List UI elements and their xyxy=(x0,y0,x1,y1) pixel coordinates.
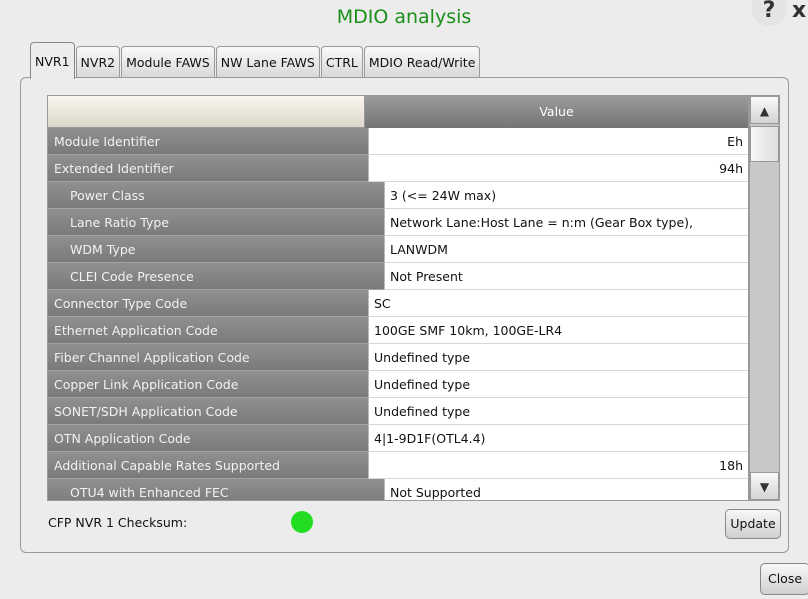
table-scrollbar[interactable]: ▲ ▼ xyxy=(749,95,780,501)
field-value: 4|1-9D1F(OTL4.4) xyxy=(368,425,748,452)
checksum-label: CFP NVR 1 Checksum: xyxy=(48,515,188,530)
scroll-down-button[interactable]: ▼ xyxy=(750,472,779,500)
checksum-status-led xyxy=(291,511,313,533)
nvr-table: Value Module Identifier Eh Extended Identi… xyxy=(47,95,749,501)
field-value: Undefined type xyxy=(368,398,748,425)
value-column-header: Value xyxy=(365,96,748,128)
field-value: 18h xyxy=(368,452,748,479)
field-value: 94h xyxy=(368,155,748,182)
table-row[interactable]: SONET/SDH Application Code Undefined type xyxy=(48,398,748,425)
field-name: Module Identifier xyxy=(48,128,368,155)
field-name: Fiber Channel Application Code xyxy=(48,344,368,371)
tab-mdio-read-write[interactable]: MDIO Read/Write xyxy=(363,46,481,79)
triangle-down-icon: ▼ xyxy=(759,480,770,494)
update-button[interactable]: Update xyxy=(725,509,781,539)
table-row[interactable]: Copper Link Application Code Undefined ty… xyxy=(48,371,748,398)
close-button[interactable]: Close xyxy=(760,563,808,595)
field-name: OTN Application Code xyxy=(48,425,368,452)
field-value: Not Supported xyxy=(384,479,748,500)
field-name: Copper Link Application Code xyxy=(48,371,368,398)
field-value: Undefined type xyxy=(368,344,748,371)
table-row[interactable]: Extended Identifier 94h xyxy=(48,155,748,182)
table-row[interactable]: CLEI Code Presence Not Present xyxy=(48,263,748,290)
field-name: SONET/SDH Application Code xyxy=(48,398,368,425)
field-value: 3 (<= 24W max) xyxy=(384,182,748,209)
table-row[interactable]: Connector Type Code SC xyxy=(48,290,748,317)
field-value: Not Present xyxy=(384,263,748,290)
scroll-up-button[interactable]: ▲ xyxy=(750,96,779,124)
table-row[interactable]: Ethernet Application Code 100GE SMF 10km,… xyxy=(48,317,748,344)
field-value: Eh xyxy=(368,128,748,155)
tab-nvr2[interactable]: NVR2 xyxy=(75,46,121,79)
tab-ctrl[interactable]: CTRL xyxy=(320,46,363,79)
table-row[interactable]: WDM Type LANWDM xyxy=(48,236,748,263)
table-row[interactable]: OTU4 with Enhanced FEC Not Supported xyxy=(48,479,748,500)
tab-bar: NVR1 NVR2 Module FAWS NW Lane FAWS CTRL … xyxy=(30,42,481,79)
field-name: Extended Identifier xyxy=(48,155,368,182)
table-header: Value xyxy=(48,96,748,128)
table-row[interactable]: Power Class 3 (<= 24W max) xyxy=(48,182,748,209)
field-value: Network Lane:Host Lane = n:m (Gear Box t… xyxy=(384,209,748,236)
field-value: 100GE SMF 10km, 100GE-LR4 xyxy=(368,317,748,344)
triangle-up-icon: ▲ xyxy=(759,104,770,118)
tab-module-faws[interactable]: Module FAWS xyxy=(121,46,215,79)
scroll-thumb[interactable] xyxy=(750,126,779,162)
field-name: CLEI Code Presence xyxy=(48,263,384,290)
table-row[interactable]: OTN Application Code 4|1-9D1F(OTL4.4) xyxy=(48,425,748,452)
close-window-icon[interactable]: x xyxy=(792,0,808,26)
field-name: Lane Ratio Type xyxy=(48,209,384,236)
table-row[interactable]: Module Identifier Eh xyxy=(48,128,748,155)
tab-nw-lane-faws[interactable]: NW Lane FAWS xyxy=(215,46,320,79)
field-value: LANWDM xyxy=(384,236,748,263)
field-value: SC xyxy=(368,290,748,317)
table-row[interactable]: Fiber Channel Application Code Undefined … xyxy=(48,344,748,371)
field-name: Connector Type Code xyxy=(48,290,368,317)
field-name: Ethernet Application Code xyxy=(48,317,368,344)
tab-nvr1[interactable]: NVR1 xyxy=(30,42,75,79)
table-body: Module Identifier Eh Extended Identifier 94… xyxy=(48,128,748,500)
name-column-header xyxy=(48,96,365,128)
table-row[interactable]: Additional Capable Rates Supported 18h xyxy=(48,452,748,479)
field-name: Power Class xyxy=(48,182,384,209)
field-value: Undefined type xyxy=(368,371,748,398)
field-name: WDM Type xyxy=(48,236,384,263)
field-name: Additional Capable Rates Supported xyxy=(48,452,368,479)
nvr1-panel: Value Module Identifier Eh Extended Identi… xyxy=(20,77,789,553)
table-row[interactable]: Lane Ratio Type Network Lane:Host Lane = … xyxy=(48,209,748,236)
field-name: OTU4 with Enhanced FEC xyxy=(48,479,384,500)
window-title: MDIO analysis xyxy=(336,6,472,28)
